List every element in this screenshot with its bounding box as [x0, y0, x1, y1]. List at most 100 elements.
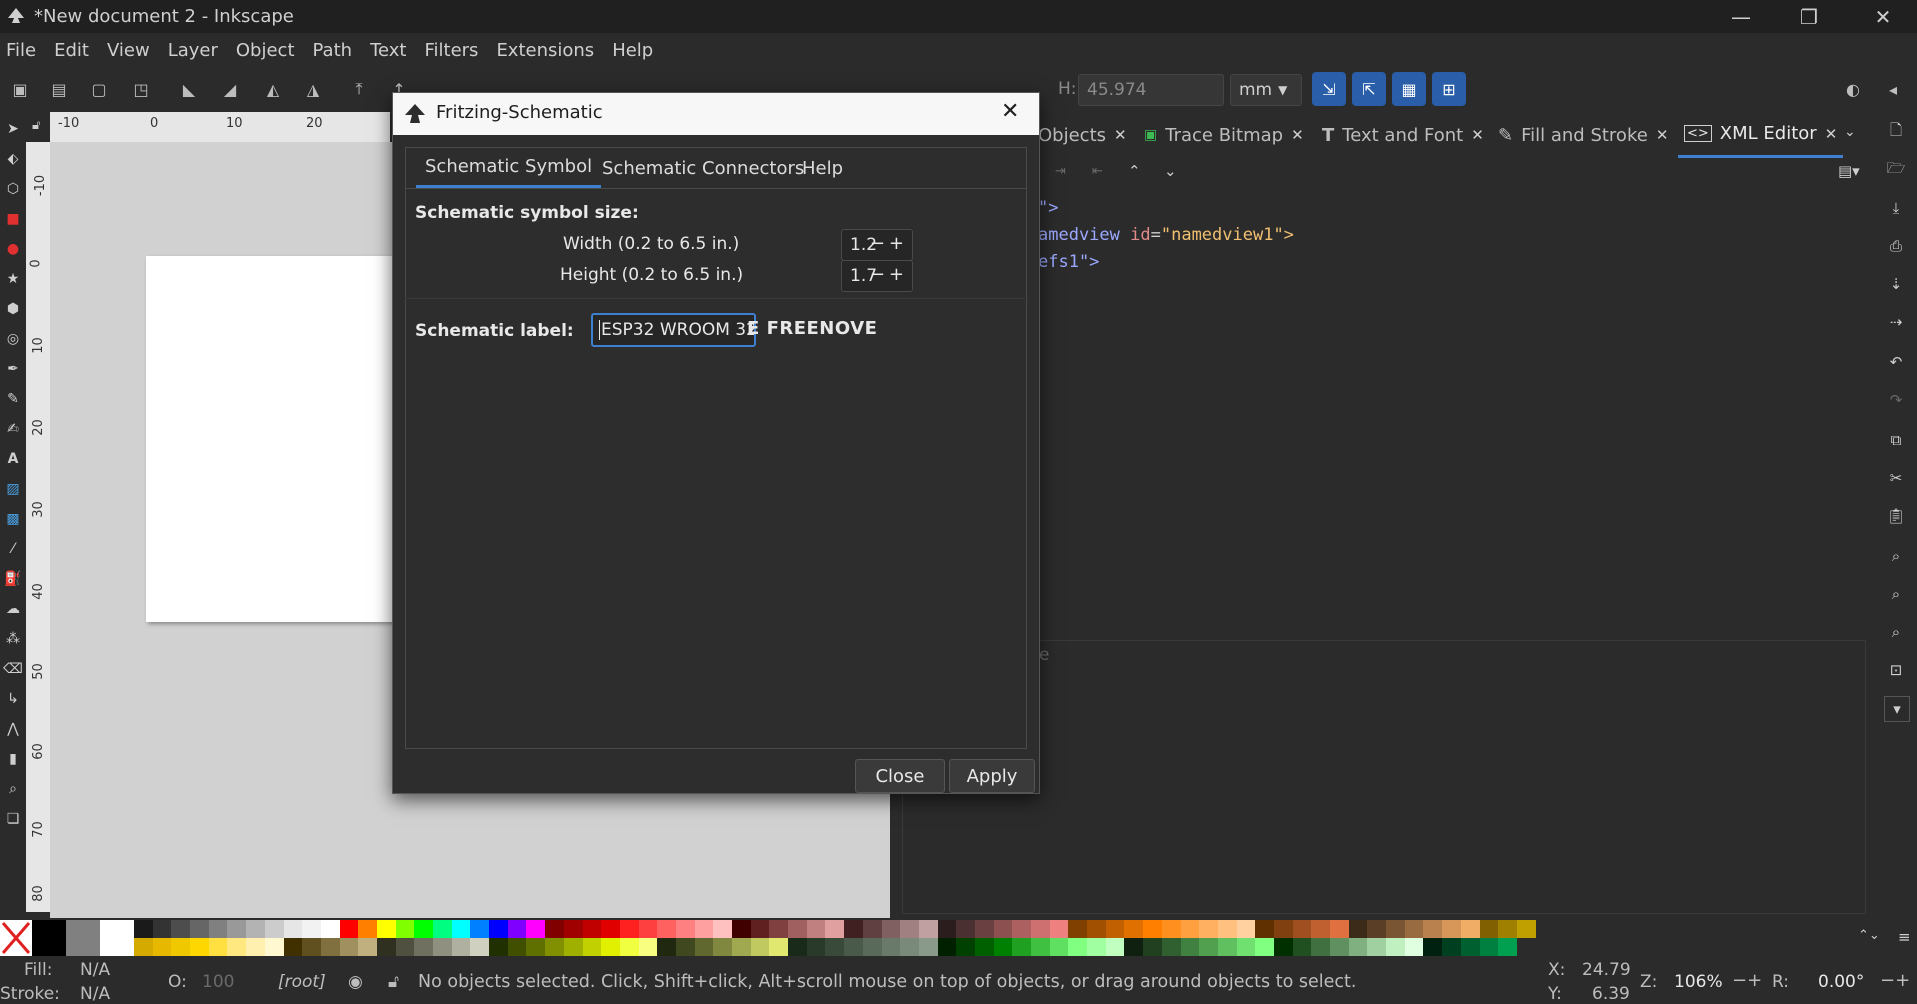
menu-view[interactable]: View	[98, 40, 159, 61]
color-swatch[interactable]	[732, 920, 751, 938]
apply-button[interactable]: Apply	[949, 759, 1035, 793]
swatch-white[interactable]	[100, 920, 134, 956]
color-swatch[interactable]	[675, 938, 695, 956]
open-file-icon[interactable]: 🗁︎	[1884, 158, 1908, 182]
snap-options-icon[interactable]: ◂	[1878, 74, 1908, 104]
color-swatch[interactable]	[320, 938, 340, 956]
color-swatch[interactable]	[1068, 920, 1088, 938]
color-swatch[interactable]	[1311, 920, 1330, 938]
star-tool-icon[interactable]: ★	[2, 268, 24, 290]
tab-help[interactable]: Help	[802, 148, 843, 188]
xml-attributes-panel[interactable]: e	[902, 640, 1866, 914]
spiral-tool-icon[interactable]: ◎	[2, 328, 24, 350]
color-swatch[interactable]	[1236, 938, 1256, 956]
menu-file[interactable]: File	[0, 40, 45, 61]
zoom-stepper[interactable]: −+	[1732, 970, 1762, 991]
layer-indicator[interactable]: [root]	[278, 972, 326, 992]
color-swatch[interactable]	[638, 920, 658, 938]
layout-options-icon[interactable]: ▤▾	[1838, 162, 1860, 180]
color-swatch[interactable]	[526, 920, 546, 938]
pen-tool-icon[interactable]: ✒	[2, 358, 24, 380]
eraser-tool-icon[interactable]: ⌫	[2, 658, 24, 680]
color-swatch[interactable]	[825, 938, 845, 956]
color-swatch[interactable]	[1460, 938, 1480, 956]
color-swatch[interactable]	[227, 920, 247, 938]
color-swatch[interactable]	[1479, 938, 1499, 956]
color-swatch[interactable]	[414, 920, 433, 938]
lower-node-icon[interactable]: ⌄	[1164, 162, 1177, 180]
swatch-gray[interactable]	[66, 920, 100, 956]
spray-tool-icon[interactable]: ⁂	[2, 628, 24, 650]
lpe-tool-icon[interactable]: ⋀	[2, 718, 24, 740]
3d-box-tool-icon[interactable]: ⬢	[2, 298, 24, 320]
rectangle-tool-icon[interactable]: ■	[2, 208, 24, 230]
color-swatch[interactable]	[246, 938, 265, 956]
select-all-icon[interactable]: ▣	[5, 74, 35, 104]
color-swatch[interactable]	[1124, 938, 1144, 956]
color-swatch[interactable]	[769, 938, 789, 956]
color-swatch[interactable]	[601, 938, 620, 956]
pages-tool-icon[interactable]: ❏	[2, 808, 24, 830]
color-swatch[interactable]	[825, 920, 845, 938]
xml-node-defs[interactable]: efs1">	[1038, 252, 1099, 272]
color-swatch[interactable]	[134, 938, 153, 956]
color-swatch[interactable]	[694, 938, 714, 956]
color-swatch[interactable]	[1143, 938, 1162, 956]
color-swatch[interactable]	[788, 938, 807, 956]
color-swatch[interactable]	[601, 920, 620, 938]
color-swatch[interactable]	[208, 920, 228, 938]
flip-vertical-icon[interactable]: ◮	[298, 74, 328, 104]
print-icon[interactable]: ⎙	[1884, 234, 1908, 258]
color-swatch[interactable]	[937, 938, 957, 956]
color-swatch[interactable]	[582, 920, 602, 938]
raise-node-icon[interactable]: ⌃	[1128, 162, 1141, 180]
color-swatch[interactable]	[1199, 938, 1218, 956]
color-swatch[interactable]	[974, 938, 994, 956]
more-commands-icon[interactable]: ▾	[1884, 696, 1910, 722]
scale-corners-icon[interactable]: ⇱	[1352, 72, 1386, 106]
color-swatch[interactable]	[171, 920, 191, 938]
color-swatch[interactable]	[545, 938, 564, 956]
close-tab-icon[interactable]: ✕	[1291, 126, 1304, 144]
gradient-tool-icon[interactable]: ▨	[2, 478, 24, 500]
color-swatch[interactable]	[1105, 938, 1125, 956]
height-stepper[interactable]: 1.7 −+	[841, 260, 913, 292]
color-swatch[interactable]	[190, 920, 209, 938]
color-swatch[interactable]	[1255, 938, 1274, 956]
color-swatch[interactable]	[1498, 938, 1517, 956]
zoom-input[interactable]: 106%	[1674, 972, 1723, 992]
select-all-layers-icon[interactable]: ▤	[44, 74, 74, 104]
ellipse-tool-icon[interactable]: ●	[2, 238, 24, 260]
schematic-label-input[interactable]: ESP32 WROOM 32	[591, 313, 756, 347]
color-swatch[interactable]	[900, 938, 919, 956]
measure-tool-icon[interactable]: ▮	[2, 748, 24, 770]
color-swatch[interactable]	[1199, 920, 1218, 938]
height-input[interactable]: 45.974	[1078, 74, 1224, 106]
flip-horizontal-icon[interactable]: ◭	[258, 74, 288, 104]
close-button[interactable]: Close	[855, 759, 945, 793]
color-swatch[interactable]	[320, 920, 340, 938]
rotate-ccw-icon[interactable]: ◣	[174, 74, 204, 104]
deselect-icon[interactable]: ▢	[84, 74, 114, 104]
color-swatch[interactable]	[1311, 938, 1330, 956]
color-swatch[interactable]	[1273, 938, 1293, 956]
color-swatch[interactable]	[1404, 938, 1424, 956]
unit-select[interactable]: mm ▼	[1230, 74, 1302, 106]
color-swatch[interactable]	[1161, 938, 1181, 956]
color-swatch[interactable]	[713, 938, 732, 956]
color-swatch[interactable]	[208, 938, 228, 956]
export-icon[interactable]: ⇢	[1884, 310, 1908, 334]
move-gradients-icon[interactable]: ▦	[1392, 72, 1426, 106]
color-swatch[interactable]	[993, 938, 1013, 956]
color-swatch[interactable]	[750, 938, 770, 956]
zoom-center-icon[interactable]: ⊡	[1884, 658, 1908, 682]
color-swatch[interactable]	[1273, 920, 1293, 938]
color-swatch[interactable]	[1348, 920, 1368, 938]
color-swatch[interactable]	[1479, 920, 1499, 938]
tab-text-and-font[interactable]: T Text and Font ✕	[1322, 112, 1484, 158]
width-stepper[interactable]: 1.2 −+	[841, 229, 913, 261]
color-swatch[interactable]	[1423, 920, 1443, 938]
color-swatch[interactable]	[1012, 938, 1031, 956]
color-swatch[interactable]	[433, 920, 452, 938]
color-swatch[interactable]	[675, 920, 695, 938]
